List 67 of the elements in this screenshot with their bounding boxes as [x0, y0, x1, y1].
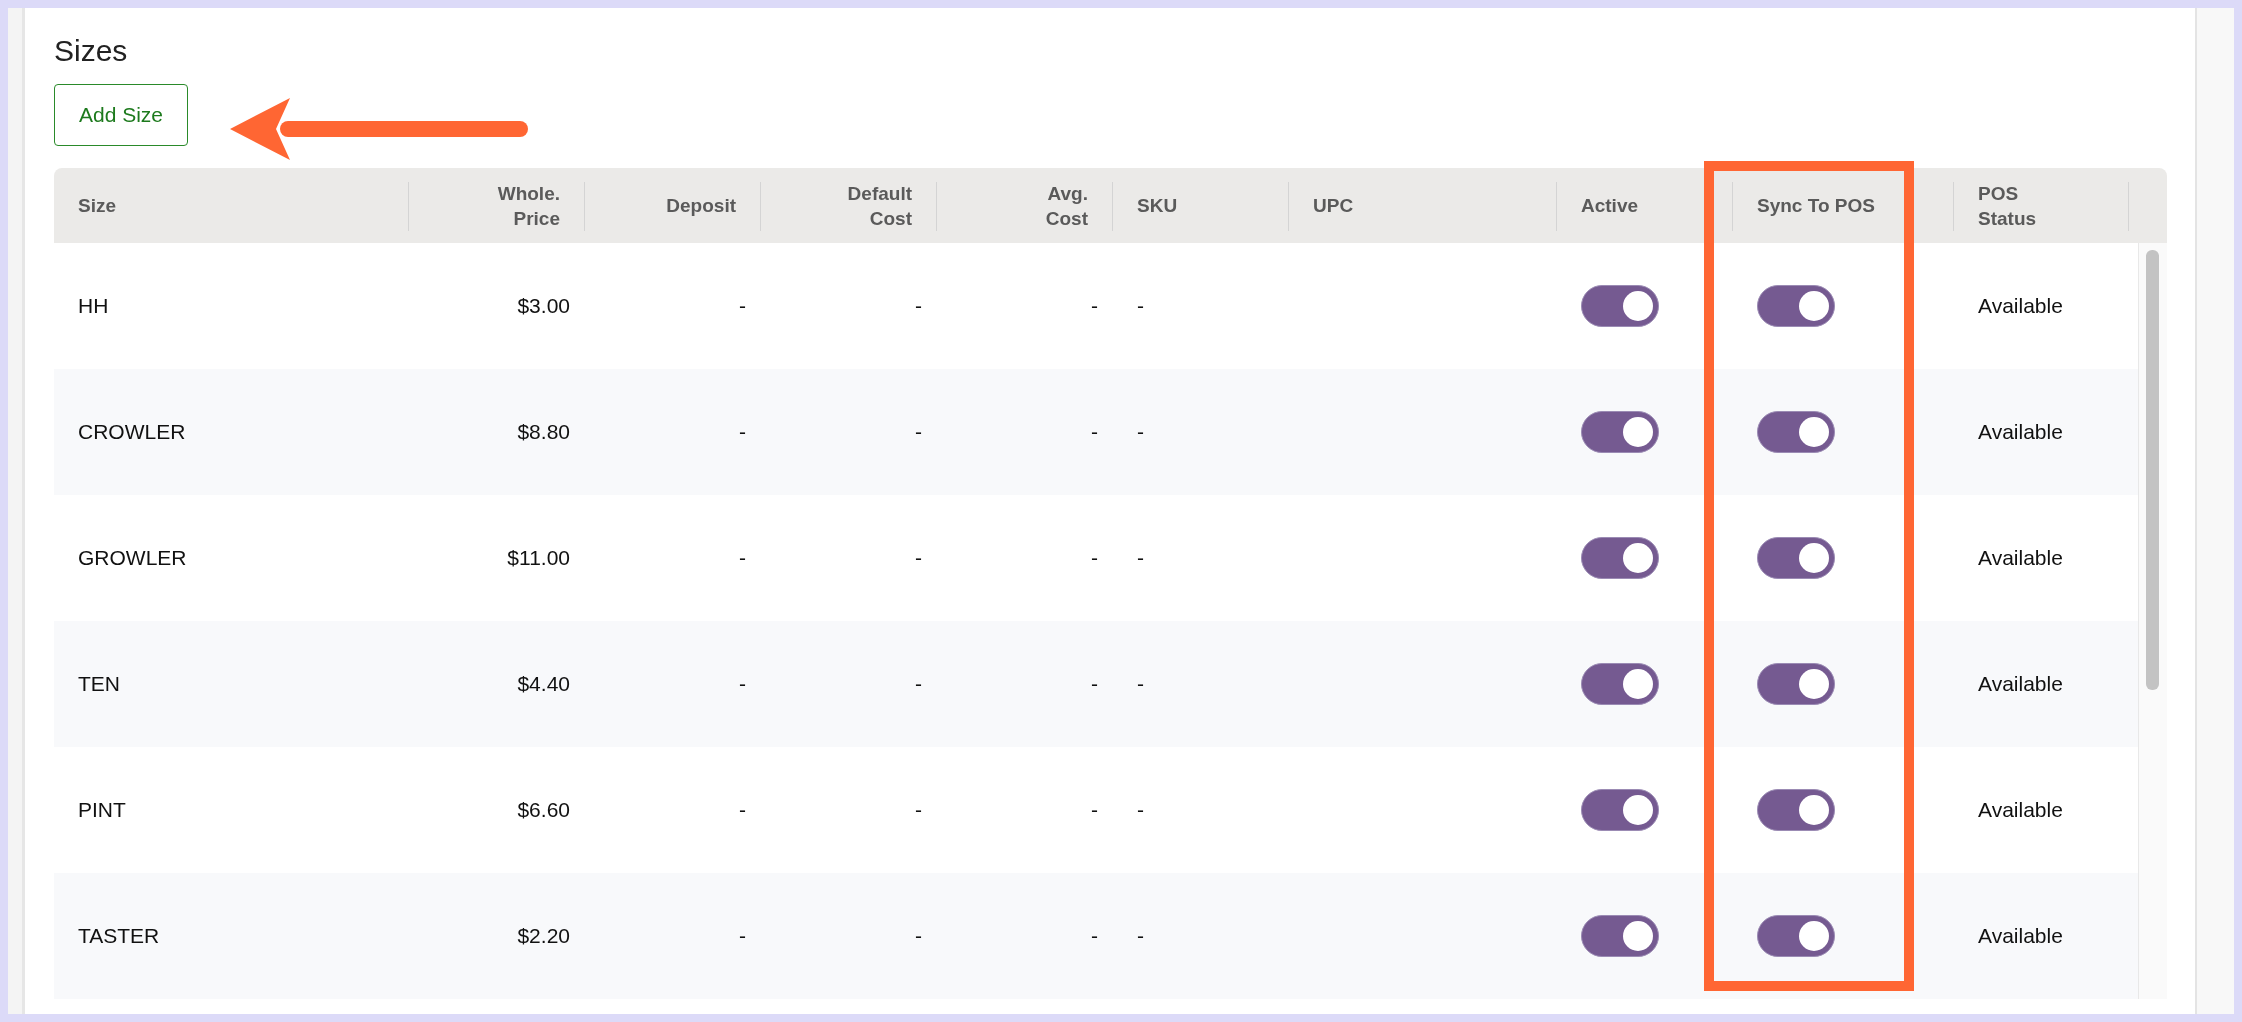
toggle-switch[interactable]	[1581, 411, 1659, 453]
table-cell: -	[1137, 672, 1144, 696]
table-cell: -	[739, 420, 746, 444]
table-cell: -	[739, 798, 746, 822]
table-cell: Available	[1978, 420, 2063, 444]
table-cell: Available	[1978, 294, 2063, 318]
scrollbar-thumb[interactable]	[2146, 250, 2159, 690]
table-cell: $4.40	[517, 672, 570, 696]
table-cell: GROWLER	[78, 546, 187, 570]
column-header[interactable]: Size	[78, 194, 117, 220]
column-header[interactable]: Deposit	[666, 194, 736, 220]
toggle-switch[interactable]	[1757, 663, 1835, 705]
table-cell: TEN	[78, 672, 120, 696]
toggle-switch[interactable]	[1757, 537, 1835, 579]
table-cell: Available	[1978, 798, 2063, 822]
toggle-switch[interactable]	[1581, 789, 1659, 831]
table-cell: -	[739, 546, 746, 570]
table-cell: -	[739, 672, 746, 696]
table-cell: -	[1091, 798, 1098, 822]
table-cell: -	[1137, 546, 1144, 570]
table-cell: -	[1091, 924, 1098, 948]
table-cell: CROWLER	[78, 420, 186, 444]
column-header[interactable]: Avg. Cost	[1045, 182, 1088, 232]
table-cell: -	[1091, 672, 1098, 696]
toggle-switch[interactable]	[1757, 411, 1835, 453]
table-cell: $11.00	[507, 546, 570, 570]
table-cell: -	[915, 546, 922, 570]
column-header[interactable]: Active	[1581, 194, 1639, 220]
table-cell: -	[915, 672, 922, 696]
table-cell: -	[1091, 294, 1098, 318]
table-cell: PINT	[78, 798, 126, 822]
toggle-switch[interactable]	[1757, 285, 1835, 327]
table-cell: HH	[78, 294, 109, 318]
toggle-switch[interactable]	[1581, 285, 1659, 327]
toggle-switch[interactable]	[1757, 915, 1835, 957]
add-size-button[interactable]: Add Size	[54, 84, 189, 146]
toggle-switch[interactable]	[1581, 915, 1659, 957]
column-header[interactable]: POS Status	[1978, 182, 2037, 232]
toggle-switch[interactable]	[1581, 663, 1659, 705]
table-cell: Available	[1978, 924, 2063, 948]
column-header[interactable]: Default Cost	[847, 182, 912, 232]
table-cell: TASTER	[78, 924, 160, 948]
table-cell: $6.60	[517, 798, 570, 822]
table-cell: -	[1137, 924, 1144, 948]
table-cell: $2.20	[517, 924, 570, 948]
table-cell: -	[739, 294, 746, 318]
table-cell: -	[739, 924, 746, 948]
table-cell: $3.00	[517, 294, 570, 318]
table-cell: -	[1137, 294, 1144, 318]
table-cell: $8.80	[517, 420, 570, 444]
table-cell: -	[915, 294, 922, 318]
column-header[interactable]: SKU	[1137, 194, 1178, 220]
column-header[interactable]: Whole. Price	[497, 182, 560, 232]
table-cell: -	[1137, 798, 1144, 822]
toggle-switch[interactable]	[1757, 789, 1835, 831]
table-cell: Available	[1978, 672, 2063, 696]
column-header[interactable]: Sync To POS	[1757, 194, 1875, 220]
table-cell: -	[1091, 546, 1098, 570]
section-title: Sizes	[54, 34, 128, 68]
toggle-switch[interactable]	[1581, 537, 1659, 579]
table-cell: -	[1091, 420, 1098, 444]
table-cell: -	[915, 798, 922, 822]
table-cell: -	[1137, 420, 1144, 444]
table-cell: Available	[1978, 546, 2063, 570]
column-header[interactable]: UPC	[1313, 194, 1354, 220]
table-cell: -	[915, 420, 922, 444]
table-cell: -	[915, 924, 922, 948]
